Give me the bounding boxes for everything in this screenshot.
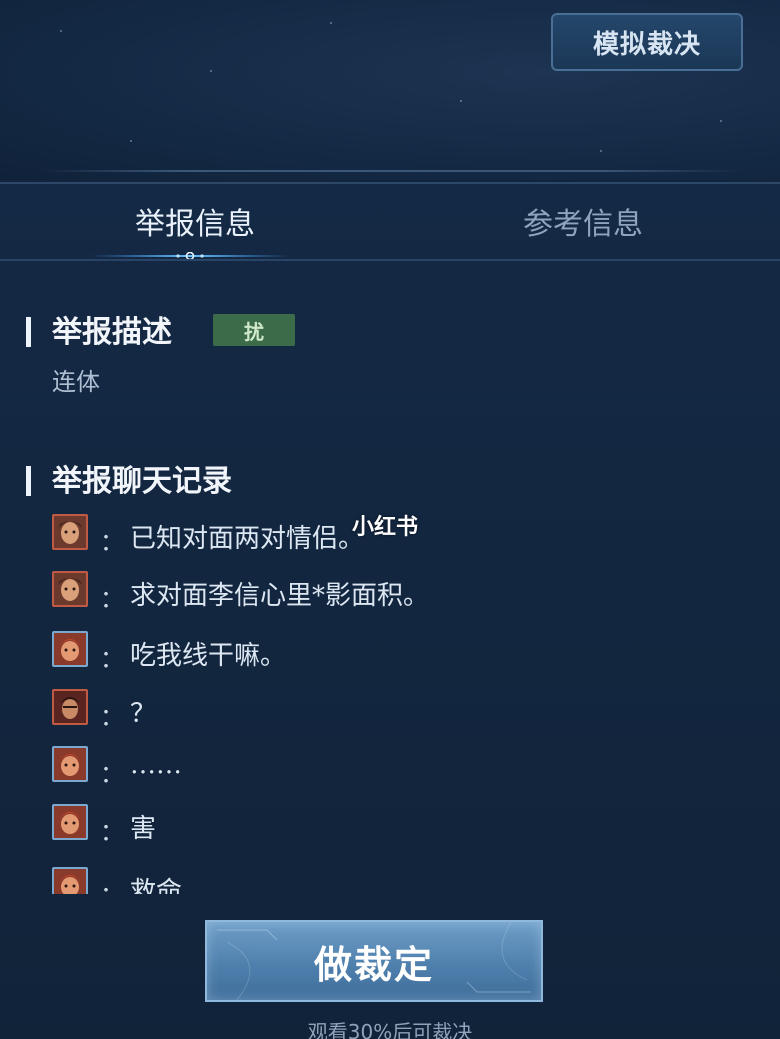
separator: ： (100, 760, 124, 788)
report-description-text: 连体 (52, 368, 100, 396)
message-text: 求对面李信心里*影面积。 (130, 581, 430, 611)
simulate-verdict-button[interactable]: 模拟裁决 (551, 13, 743, 71)
chat-message: ： 求对面李信心里*影面积。 (52, 571, 752, 613)
message-text: 已知对面两对情侣。 (130, 524, 365, 554)
separator: ： (100, 703, 124, 731)
report-review-screen: 模拟裁决 举报信息 参考信息 举报描述 扰 连体 举报聊天记录 ： 已知对面两对… (0, 0, 780, 1039)
message-text: 救命 (130, 877, 183, 894)
tab-underline (0, 259, 780, 261)
hero-avatar (52, 571, 88, 607)
message-text: 害 (130, 814, 157, 844)
hero-avatar (52, 514, 88, 550)
message-text: 吃我线干嘛。 (130, 641, 287, 671)
make-verdict-label: 做裁定 (313, 942, 434, 987)
chat-log-title: 举报聊天记录 (52, 464, 232, 499)
tab-report-info[interactable]: 举报信息 (95, 196, 295, 246)
separator: ： (100, 585, 124, 613)
hero-avatar (52, 689, 88, 725)
hero-avatar (52, 804, 88, 840)
separator: ： (100, 875, 124, 894)
chat-message: ： 救命 (52, 867, 752, 894)
tab-reference-info[interactable]: 参考信息 (483, 196, 683, 246)
top-divider (40, 170, 740, 172)
chat-message: ： ？ (52, 689, 752, 731)
report-description-title: 举报描述 (52, 315, 172, 350)
top-banner: 模拟裁决 (0, 0, 780, 180)
make-verdict-button[interactable]: 做裁定 (205, 920, 543, 1002)
hero-avatar (52, 631, 88, 667)
report-panel: 举报信息 参考信息 举报描述 扰 连体 举报聊天记录 ： 已知对面两对情侣。 ：… (0, 182, 780, 1039)
chat-log-list[interactable]: ： 已知对面两对情侣。 ： 求对面李信心里*影面积。 ： 吃我线干嘛。 ： ？ … (0, 509, 780, 894)
hero-avatar (52, 746, 88, 782)
verdict-hint: 观看30%后可裁决 (307, 1020, 473, 1039)
separator: ： (100, 818, 124, 846)
chat-message: ： 吃我线干嘛。 (52, 631, 752, 673)
section-marker (26, 317, 31, 347)
chat-message: ： …… (52, 746, 752, 788)
message-text: ？ (130, 699, 157, 729)
message-text: …… (130, 750, 182, 780)
separator: ： (100, 528, 124, 556)
section-marker (26, 466, 31, 496)
hero-avatar (52, 867, 88, 894)
separator: ： (100, 645, 124, 673)
category-tag: 扰 (213, 314, 295, 346)
watermark: 小红书 (352, 515, 419, 540)
tab-bar: 举报信息 参考信息 (0, 184, 780, 264)
chat-message: ： 害 (52, 804, 752, 846)
